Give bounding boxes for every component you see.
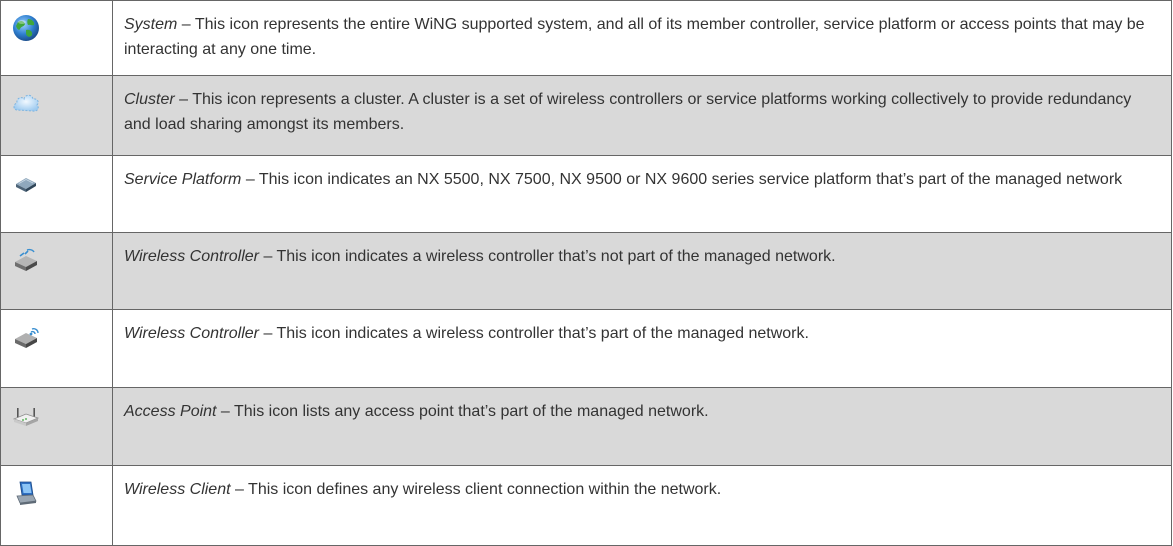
table-row: Cluster – This icon represents a cluster… xyxy=(0,75,1172,156)
table-row: Wireless Client – This icon defines any … xyxy=(0,465,1172,546)
table-row: Service Platform – This icon indicates a… xyxy=(0,155,1172,233)
description-text: – This icon indicates a wireless control… xyxy=(259,248,836,265)
term-label: Access Point xyxy=(124,403,217,420)
table-row: Wireless Controller – This icon indicate… xyxy=(0,232,1172,310)
description-cell: System – This icon represents the entire… xyxy=(112,0,1172,76)
description-text: – This icon represents a cluster. A clus… xyxy=(124,91,1132,133)
managed-controller-icon xyxy=(11,322,41,352)
wireless-client-icon xyxy=(11,478,41,508)
description-cell: Service Platform – This icon indicates a… xyxy=(112,155,1172,233)
term-label: Cluster xyxy=(124,91,175,108)
term-label: Wireless Controller xyxy=(124,325,259,342)
term-label: Wireless Controller xyxy=(124,248,259,265)
icon-cell xyxy=(0,75,113,156)
description-cell: Wireless Client – This icon defines any … xyxy=(112,465,1172,546)
description-text: – This icon represents the entire WiNG s… xyxy=(124,16,1145,58)
icon-cell xyxy=(0,309,113,388)
access-point-icon xyxy=(11,400,41,430)
description-text: – This icon lists any access point that’… xyxy=(216,403,709,420)
icon-cell xyxy=(0,387,113,466)
icon-cell xyxy=(0,232,113,310)
icon-legend-table: System – This icon represents the entire… xyxy=(0,0,1172,546)
description-text: – This icon defines any wireless client … xyxy=(230,481,722,498)
icon-cell xyxy=(0,0,113,76)
icon-cell xyxy=(0,155,113,233)
description-text: – This icon indicates an NX 5500, NX 750… xyxy=(241,171,1123,188)
table-row: Wireless Controller – This icon indicate… xyxy=(0,309,1172,388)
description-cell: Access Point – This icon lists any acces… xyxy=(112,387,1172,466)
description-cell: Cluster – This icon represents a cluster… xyxy=(112,75,1172,156)
description-cell: Wireless Controller – This icon indicate… xyxy=(112,309,1172,388)
cloud-icon xyxy=(11,88,41,118)
description-cell: Wireless Controller – This icon indicate… xyxy=(112,232,1172,310)
icon-cell xyxy=(0,465,113,546)
globe-icon xyxy=(11,13,41,43)
unmanaged-controller-icon xyxy=(11,245,41,275)
table-row: System – This icon represents the entire… xyxy=(0,0,1172,76)
term-label: Wireless Client xyxy=(124,481,231,498)
table-row: Access Point – This icon lists any acces… xyxy=(0,387,1172,466)
term-label: System xyxy=(124,16,178,33)
service-platform-icon xyxy=(11,168,41,198)
term-label: Service Platform xyxy=(124,171,242,188)
description-text: – This icon indicates a wireless control… xyxy=(259,325,809,342)
